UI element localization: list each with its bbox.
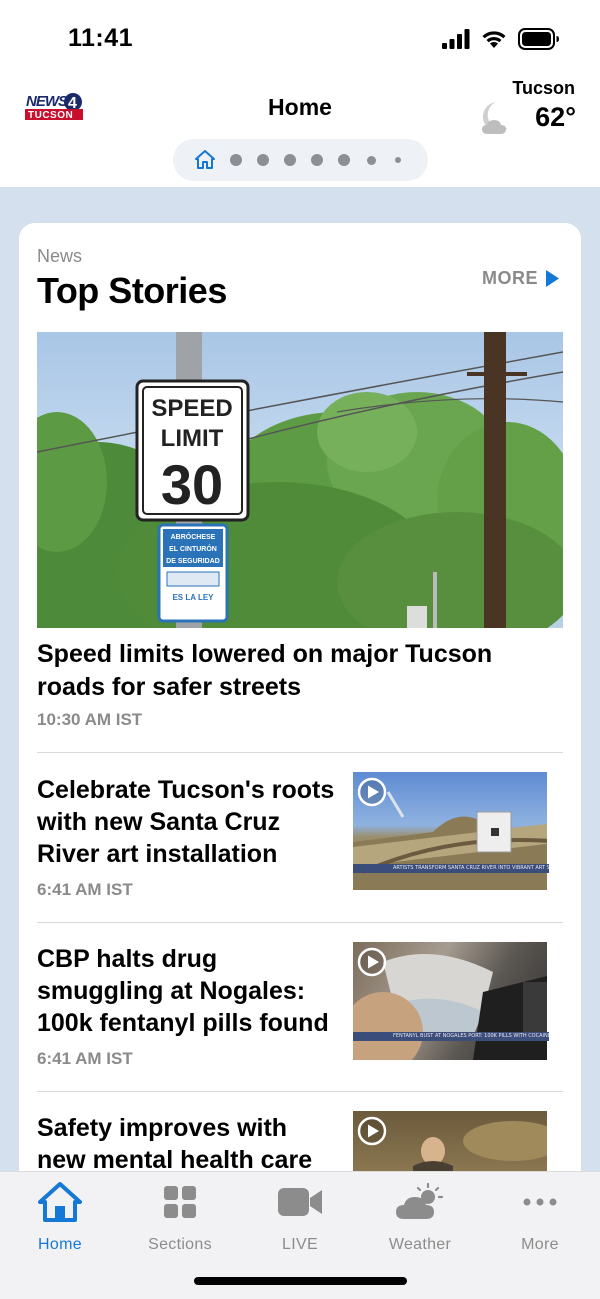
ellipsis-icon: [523, 1198, 557, 1206]
tab-sections[interactable]: Sections: [120, 1182, 240, 1253]
story-thumbnail[interactable]: FENTANYL BUST AT NOGALES PORT: 100K PILL…: [353, 942, 563, 1060]
page-dot[interactable]: [284, 154, 296, 166]
story-headline[interactable]: Celebrate Tucson's roots with new Santa …: [37, 774, 337, 870]
status-time: 11:41: [68, 24, 134, 52]
section-title: Top Stories: [37, 270, 227, 311]
tab-label: Home: [38, 1236, 82, 1253]
sign-text-limit: LIMIT: [161, 425, 224, 452]
story-headline[interactable]: CBP halts drug smuggling at Nogales: 100…: [37, 943, 337, 1039]
top-stories-card: News Top Stories MORE SPEED LIMIT 30 ABR…: [19, 223, 581, 1229]
play-circle-icon: [357, 947, 387, 977]
hero-story-headline[interactable]: Speed limits lowered on major Tucson roa…: [37, 638, 567, 704]
tab-weather[interactable]: Weather: [360, 1182, 480, 1253]
tab-label: More: [521, 1236, 559, 1253]
tab-home[interactable]: Home: [0, 1182, 120, 1253]
moon-cloud-icon: [482, 102, 508, 134]
wifi-icon: [482, 31, 506, 48]
cellular-signal-icon: [442, 29, 470, 49]
hero-story-image[interactable]: SPEED LIMIT 30 ABRÓCHESE EL CINTURÓN DE …: [37, 332, 563, 628]
more-label: MORE: [482, 268, 538, 288]
page-dot[interactable]: [311, 154, 323, 166]
video-camera-icon: [278, 1188, 322, 1216]
sign-text-sub3: DE SEGURIDAD: [166, 558, 220, 565]
page-dot[interactable]: [367, 156, 376, 165]
grid-icon: [164, 1186, 196, 1218]
home-indicator[interactable]: [194, 1277, 407, 1285]
tab-label: Weather: [388, 1236, 452, 1253]
divider: [37, 1091, 563, 1092]
battery-icon: [518, 28, 559, 50]
weather-widget[interactable]: Tucson 62°: [482, 78, 576, 136]
sign-text-sub1: ABRÓCHESE: [171, 532, 216, 541]
weather-city: Tucson: [512, 78, 575, 98]
app-header: NEWS 4 TUCSON Home Tucson 62°: [0, 78, 600, 187]
divider: [37, 922, 563, 923]
house-icon: [38, 1182, 82, 1222]
video-ticker: ARTISTS TRANSFORM SANTA CRUZ RIVER INTO …: [353, 864, 549, 873]
play-circle-icon: [357, 1116, 387, 1146]
page-dot[interactable]: [257, 154, 269, 166]
play-triangle-icon: [546, 270, 559, 287]
home-page-icon[interactable]: [195, 150, 215, 169]
sign-text-sub4: ES LA LEY: [172, 593, 214, 602]
story-time: 6:41 AM IST: [37, 1049, 133, 1068]
tab-live[interactable]: LIVE: [240, 1182, 360, 1253]
status-icons: [442, 28, 560, 50]
tab-label: LIVE: [282, 1236, 318, 1253]
tab-more[interactable]: More: [480, 1182, 600, 1253]
hero-story-time: 10:30 AM IST: [37, 710, 143, 729]
weather-temperature: 62°: [535, 102, 576, 132]
section-label: News: [37, 246, 83, 266]
more-button[interactable]: MORE: [482, 268, 559, 289]
page-indicator[interactable]: [173, 139, 428, 181]
divider: [37, 752, 563, 753]
sign-text-speed: SPEED: [151, 395, 232, 422]
video-ticker: FENTANYL BUST AT NOGALES PORT: 100K PILL…: [353, 1032, 549, 1041]
tab-label: Sections: [148, 1236, 212, 1253]
sign-text-limit-number: 30: [161, 453, 223, 516]
play-circle-icon: [357, 777, 387, 807]
story-time: 6:41 AM IST: [37, 880, 133, 899]
sign-text-sub2: EL CINTURÓN: [169, 544, 217, 553]
page-dot[interactable]: [395, 157, 401, 163]
page-dot[interactable]: [230, 154, 242, 166]
sun-cloud-icon: [396, 1182, 444, 1219]
status-bar: 11:41: [0, 0, 600, 80]
story-thumbnail[interactable]: ARTISTS TRANSFORM SANTA CRUZ RIVER INTO …: [353, 772, 563, 890]
page-dot[interactable]: [338, 154, 350, 166]
